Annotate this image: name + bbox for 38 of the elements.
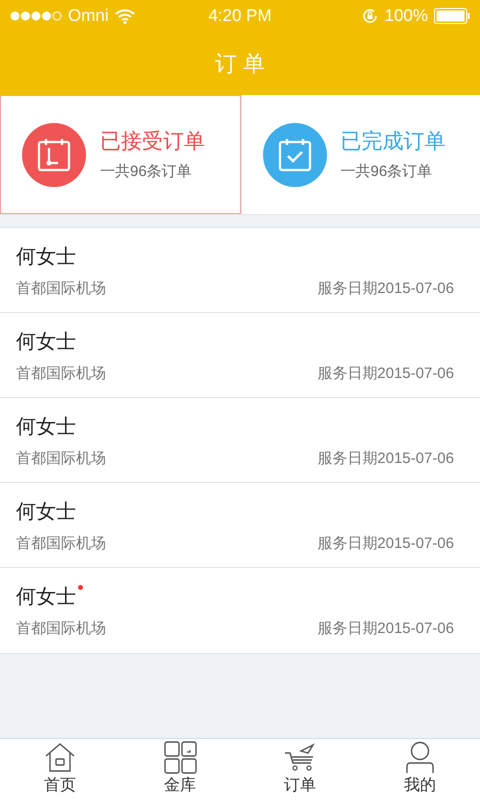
battery-icon — [434, 8, 470, 24]
customer-name: 何女士 — [16, 585, 76, 610]
location-text: 首都国际机场 — [16, 364, 106, 384]
carrier-name: Omni — [68, 5, 109, 28]
order-row[interactable]: 何女士 首都国际机场 服务日期2015-07-06 — [0, 483, 480, 568]
service-date: 服务日期2015-07-06 — [317, 279, 454, 299]
service-date: 服务日期2015-07-06 — [317, 364, 454, 384]
order-count: 一共96条订单 — [100, 162, 193, 182]
location-text: 首都国际机场 — [16, 534, 106, 554]
battery-percent: 100% — [384, 5, 428, 28]
order-row[interactable]: 何女士 首都国际机场 服务日期2015-07-06 — [0, 398, 480, 483]
grid-icon — [163, 741, 197, 775]
service-date: 服务日期2015-07-06 — [317, 449, 454, 469]
order-row[interactable]: 何女士 首都国际机场 服务日期2015-07-06 — [0, 568, 480, 653]
order-row[interactable]: 何女士 首都国际机场 服务日期2015-07-06 — [0, 228, 480, 313]
location-text: 首都国际机场 — [16, 449, 106, 469]
status-time: 4:20 PM — [208, 6, 272, 26]
customer-name: 何女士 — [16, 500, 76, 525]
order-summary-card[interactable]: 已接受订单 一共96条订单 — [0, 95, 240, 214]
order-row[interactable]: 何女士 首都国际机场 服务日期2015-07-06 — [0, 313, 480, 398]
rotation-lock-icon — [360, 7, 379, 25]
service-date: 服务日期2015-07-06 — [317, 619, 454, 639]
location-text: 首都国际机场 — [16, 619, 106, 639]
service-date: 服务日期2015-07-06 — [317, 534, 454, 554]
card-title: 已完成订单 — [340, 128, 446, 154]
customer-name: 何女士 — [16, 245, 76, 270]
location-text: 首都国际机场 — [16, 279, 106, 299]
wifi-icon — [114, 8, 135, 24]
tab-button[interactable]: 金库 — [120, 739, 240, 800]
page-title: 订 单 — [214, 50, 266, 78]
tab-button[interactable]: 我的 — [360, 739, 480, 800]
order-count: 一共96条订单 — [340, 162, 434, 182]
card-title: 已接受订单 — [100, 128, 205, 154]
signal-icon — [10, 11, 62, 21]
customer-name: 何女士 — [16, 330, 76, 355]
tab-button[interactable]: 订单 — [240, 739, 360, 800]
tab-button[interactable]: 首页 — [0, 739, 120, 800]
customer-name: 何女士 — [16, 415, 76, 440]
